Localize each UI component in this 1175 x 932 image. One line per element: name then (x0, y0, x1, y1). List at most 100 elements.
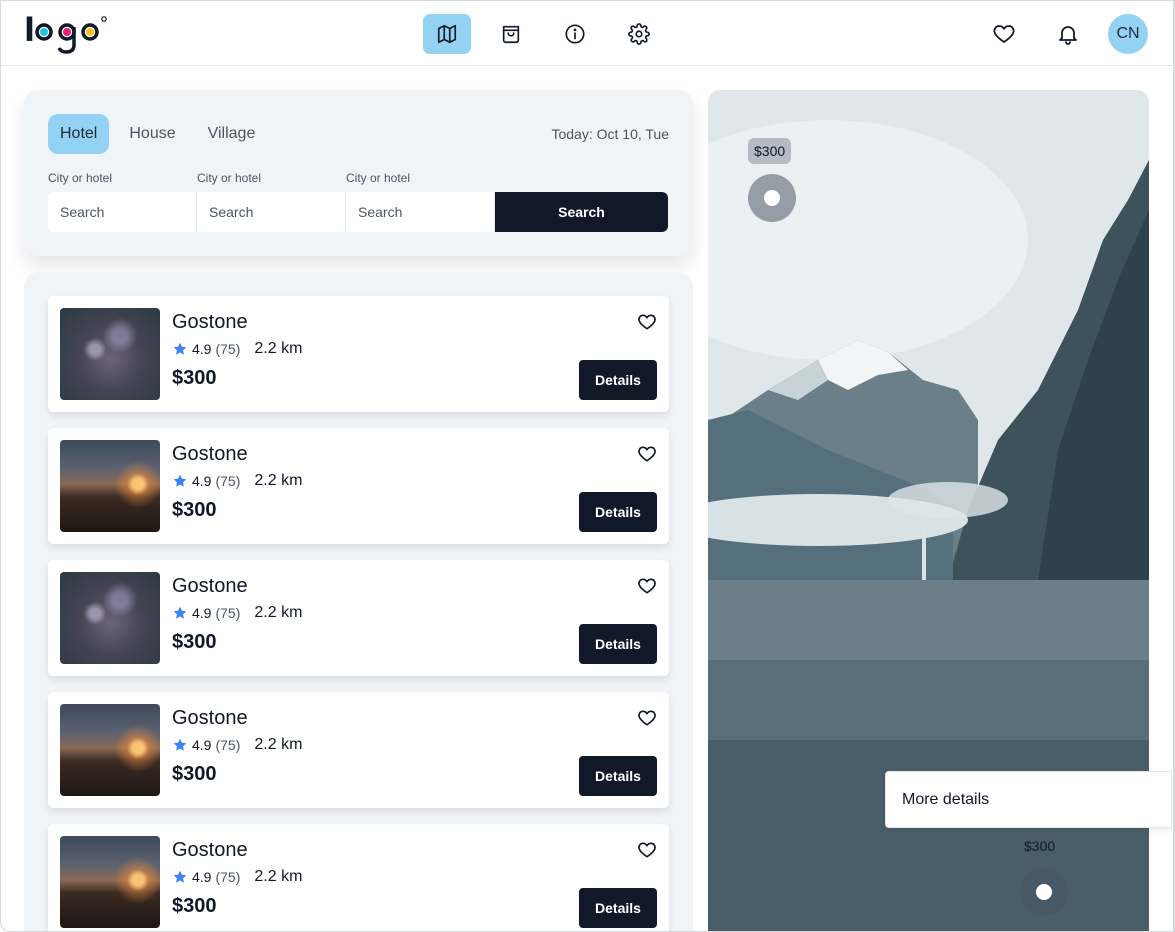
star-icon (173, 474, 187, 487)
result-card[interactable]: Gostone 4.9 (75) 2.2 km $300 Details (48, 560, 669, 676)
star-icon (173, 870, 187, 883)
hotel-name: Gostone (172, 443, 248, 465)
rating-score: 4.9 (192, 605, 212, 621)
map-icon (437, 24, 457, 44)
result-card[interactable]: Gostone 4.9 (75) 2.2 km $300 Details (48, 824, 669, 931)
details-button[interactable]: Details (579, 888, 657, 928)
today-date: Today: Oct 10, Tue (551, 126, 669, 142)
price: $300 (172, 763, 217, 785)
tab-house[interactable]: House (117, 114, 187, 154)
distance: 2.2 km (254, 340, 303, 357)
rating-score: 4.9 (192, 869, 212, 885)
search-field-label: City or hotel (346, 171, 411, 185)
nav-cart-button[interactable] (487, 14, 535, 54)
map-marker[interactable] (748, 174, 796, 222)
hotel-thumbnail (60, 572, 160, 664)
header-actions: CN (984, 14, 1148, 54)
search-panel: Hotel House Village Today: Oct 10, Tue C… (24, 90, 693, 256)
tab-hotel[interactable]: Hotel (48, 114, 110, 154)
distance: 2.2 km (254, 736, 303, 753)
rating: 4.9 (75) 2.2 km (172, 604, 302, 622)
marker-dot (1036, 884, 1052, 900)
search-field-1: City or hotel (48, 170, 197, 232)
heart-icon[interactable] (637, 312, 657, 332)
logo[interactable]: l (24, 11, 114, 55)
hotel-name: Gostone (172, 311, 248, 333)
marker-popup: More details (885, 771, 1172, 828)
top-header: l CN (1, 1, 1173, 66)
distance: 2.2 km (254, 604, 303, 621)
result-card[interactable]: Gostone 4.9 (75) 2.2 km $300 Details (48, 296, 669, 412)
review-count: (75) (215, 473, 241, 489)
hotel-name: Gostone (172, 575, 248, 597)
hotel-thumbnail (60, 704, 160, 796)
star-icon (173, 606, 187, 619)
property-type-tabs: Hotel House Village (48, 114, 275, 154)
rating-score: 4.9 (192, 737, 212, 753)
review-count: (75) (215, 737, 241, 753)
rating: 4.9 (75) 2.2 km (172, 736, 302, 754)
heart-icon[interactable] (637, 840, 657, 860)
more-details-link[interactable]: More details (902, 791, 989, 809)
favorites-button[interactable] (984, 14, 1024, 54)
map-marker[interactable] (1020, 868, 1068, 916)
review-count: (75) (215, 869, 241, 885)
hotel-thumbnail (60, 440, 160, 532)
details-button[interactable]: Details (579, 360, 657, 400)
heart-icon[interactable] (637, 444, 657, 464)
hotel-name: Gostone (172, 707, 248, 729)
nav-info-button[interactable] (551, 14, 599, 54)
shopping-bag-icon (502, 25, 520, 44)
svg-text:l: l (24, 11, 35, 49)
tab-village[interactable]: Village (196, 114, 268, 154)
result-card[interactable]: Gostone 4.9 (75) 2.2 km $300 Details (48, 692, 669, 808)
bell-icon (1059, 26, 1077, 45)
price: $300 (172, 367, 217, 389)
review-count: (75) (215, 605, 241, 621)
hotel-thumbnail (60, 836, 160, 928)
search-input[interactable] (197, 192, 346, 232)
map-price-tag: $300 (1024, 838, 1056, 854)
price: $300 (172, 895, 217, 917)
rating-score: 4.9 (192, 473, 212, 489)
rating: 4.9 (75) 2.2 km (172, 868, 302, 886)
price: $300 (172, 499, 217, 521)
hotel-name: Gostone (172, 839, 248, 861)
search-field-3: City or hotel (346, 170, 495, 232)
info-icon (565, 24, 585, 44)
star-icon (173, 342, 187, 355)
heart-icon[interactable] (637, 708, 657, 728)
heart-icon[interactable] (637, 576, 657, 596)
app-window: l CN Hotel House Village Today: Oct 10, … (0, 0, 1175, 932)
hotel-thumbnail (60, 308, 160, 400)
heart-icon (993, 25, 1015, 43)
search-field-2: City or hotel (197, 170, 346, 232)
rating: 4.9 (75) 2.2 km (172, 472, 302, 490)
search-field-label: City or hotel (48, 171, 113, 185)
user-avatar[interactable]: CN (1108, 14, 1148, 54)
distance: 2.2 km (254, 472, 303, 489)
review-count: (75) (215, 341, 241, 357)
rating-score: 4.9 (192, 341, 212, 357)
notifications-button[interactable] (1048, 14, 1088, 54)
rating: 4.9 (75) 2.2 km (172, 340, 302, 358)
price: $300 (172, 631, 217, 653)
map-price-tag: $300 (748, 138, 792, 164)
main-nav (423, 14, 663, 54)
details-button[interactable]: Details (579, 492, 657, 532)
search-fields: City or hotel City or hotel City or hote… (48, 170, 668, 232)
details-button[interactable]: Details (579, 624, 657, 664)
nav-settings-button[interactable] (615, 14, 663, 54)
gear-icon (628, 23, 650, 45)
nav-map-button[interactable] (423, 14, 471, 54)
result-card[interactable]: Gostone 4.9 (75) 2.2 km $300 Details (48, 428, 669, 544)
search-field-label: City or hotel (197, 171, 262, 185)
search-input[interactable] (48, 192, 197, 232)
details-button[interactable]: Details (579, 756, 657, 796)
results-panel: Gostone 4.9 (75) 2.2 km $300 Details Gos… (24, 272, 693, 931)
marker-dot (764, 190, 780, 206)
search-button[interactable]: Search (495, 192, 668, 232)
search-input[interactable] (346, 192, 495, 232)
distance: 2.2 km (254, 868, 303, 885)
star-icon (173, 738, 187, 751)
